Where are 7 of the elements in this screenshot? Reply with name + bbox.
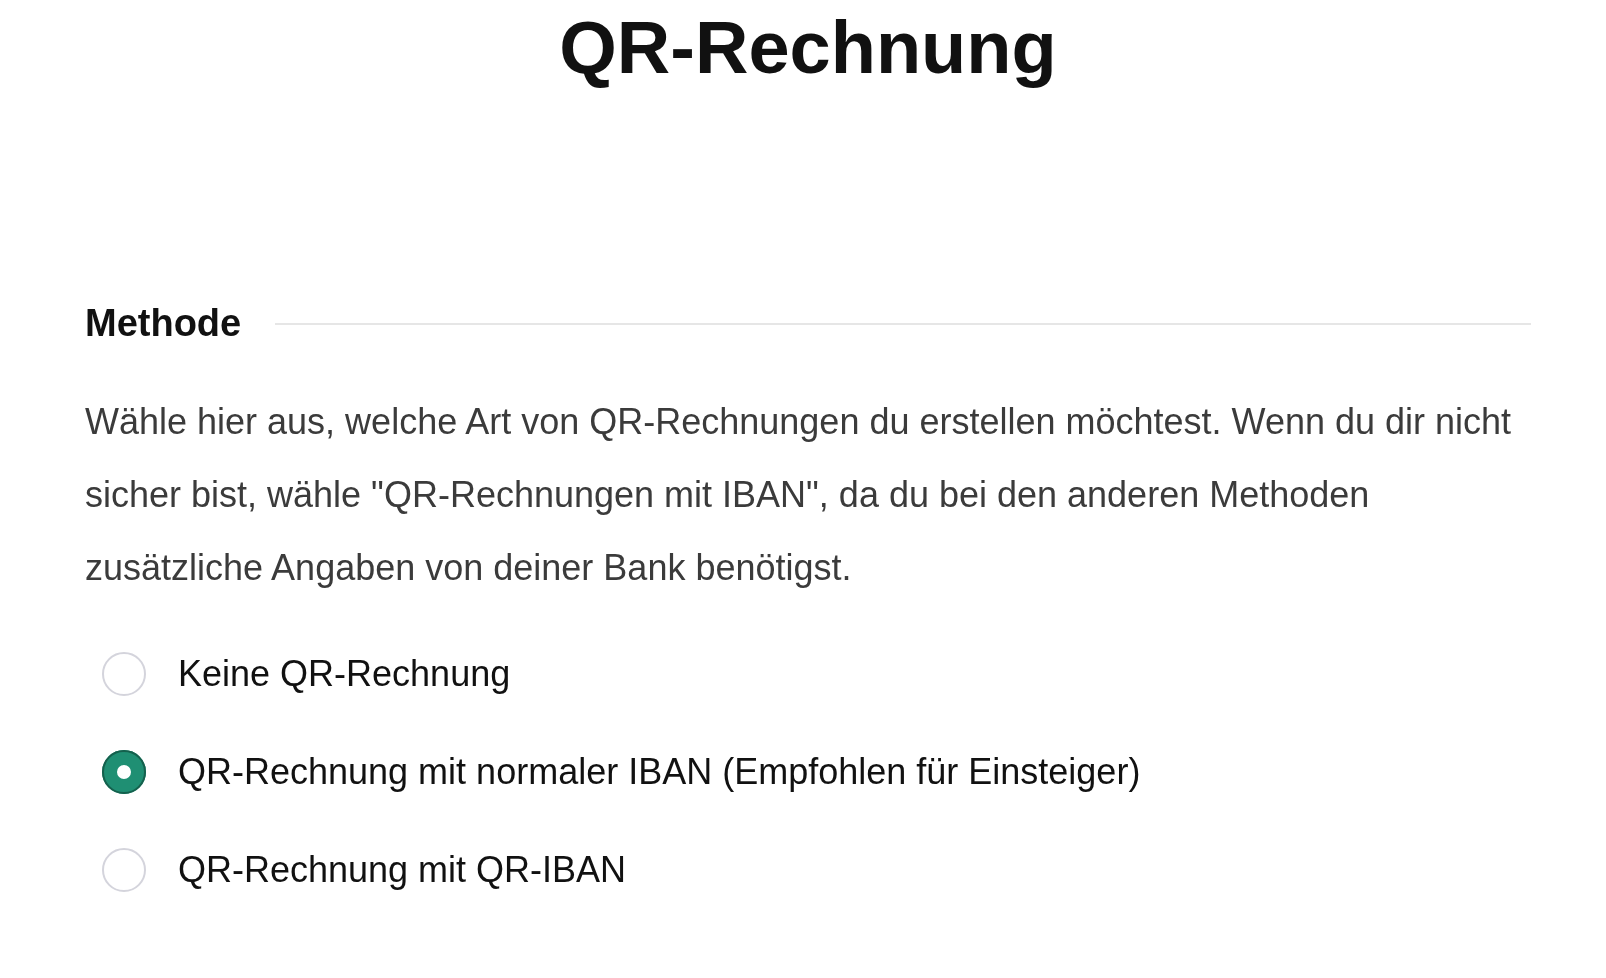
description-text: Wähle hier aus, welche Art von QR-Rechnungen du erstellen möchtest. Wenn du dir nicht sicher bist, wähle "QR-Rechnungen mit IBAN", da du bei den anderen Methoden zusätzliche Angaben von deiner Bank benötigst.: [85, 400, 1513, 590]
option-label[interactable]: QR-Rechnung mit normaler IBAN (Empfohlen für Einsteiger): [178, 751, 1141, 793]
radio-button[interactable]: [102, 750, 146, 794]
section-heading: Methode: [85, 302, 242, 345]
page-title: QR-Rechnung: [558, 5, 1058, 91]
option-label[interactable]: QR-Rechnung mit QR-IBAN: [178, 849, 627, 891]
option-label[interactable]: Keine QR-Rechnung: [178, 653, 511, 695]
